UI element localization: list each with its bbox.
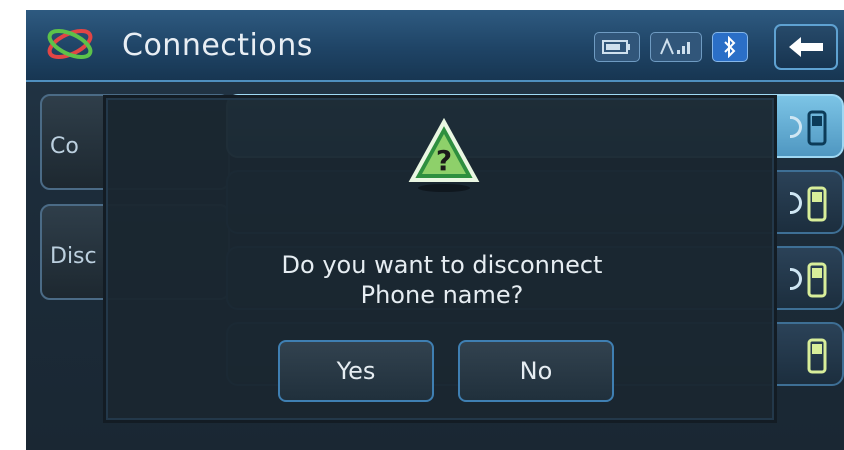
confirm-dialog: ? Do you want to disconnect Phone name? …: [106, 98, 774, 420]
no-button[interactable]: No: [458, 340, 614, 402]
connection-arc-icon: [790, 116, 802, 138]
connection-arc-icon: [790, 192, 802, 214]
dialog-message-line1: Do you want to disconnect: [281, 251, 603, 279]
dialog-message-line2: Phone name?: [360, 281, 524, 309]
connections-icon: [47, 29, 93, 59]
header-bar: Connections: [26, 10, 844, 82]
phone-icon: [807, 110, 827, 146]
back-button[interactable]: [774, 24, 838, 70]
bluetooth-icon: [712, 32, 748, 62]
arrow-left-icon: [789, 37, 823, 57]
phone-icon: [807, 186, 827, 222]
battery-icon: [594, 32, 640, 62]
disconnect-label: Disc: [50, 244, 97, 269]
dialog-message: Do you want to disconnect Phone name?: [108, 250, 776, 310]
nav-screen: Connections Co Disc ? Do you want to dis…: [26, 10, 844, 450]
signal-icon: [650, 32, 702, 62]
page-title: Connections: [122, 28, 313, 63]
connect-label: Co: [50, 134, 79, 159]
yes-button[interactable]: Yes: [278, 340, 434, 402]
svg-text:?: ?: [436, 144, 452, 177]
phone-icon: [807, 338, 827, 374]
warning-question-icon: ?: [408, 118, 480, 192]
connection-arc-icon: [790, 268, 802, 290]
phone-icon: [807, 262, 827, 298]
